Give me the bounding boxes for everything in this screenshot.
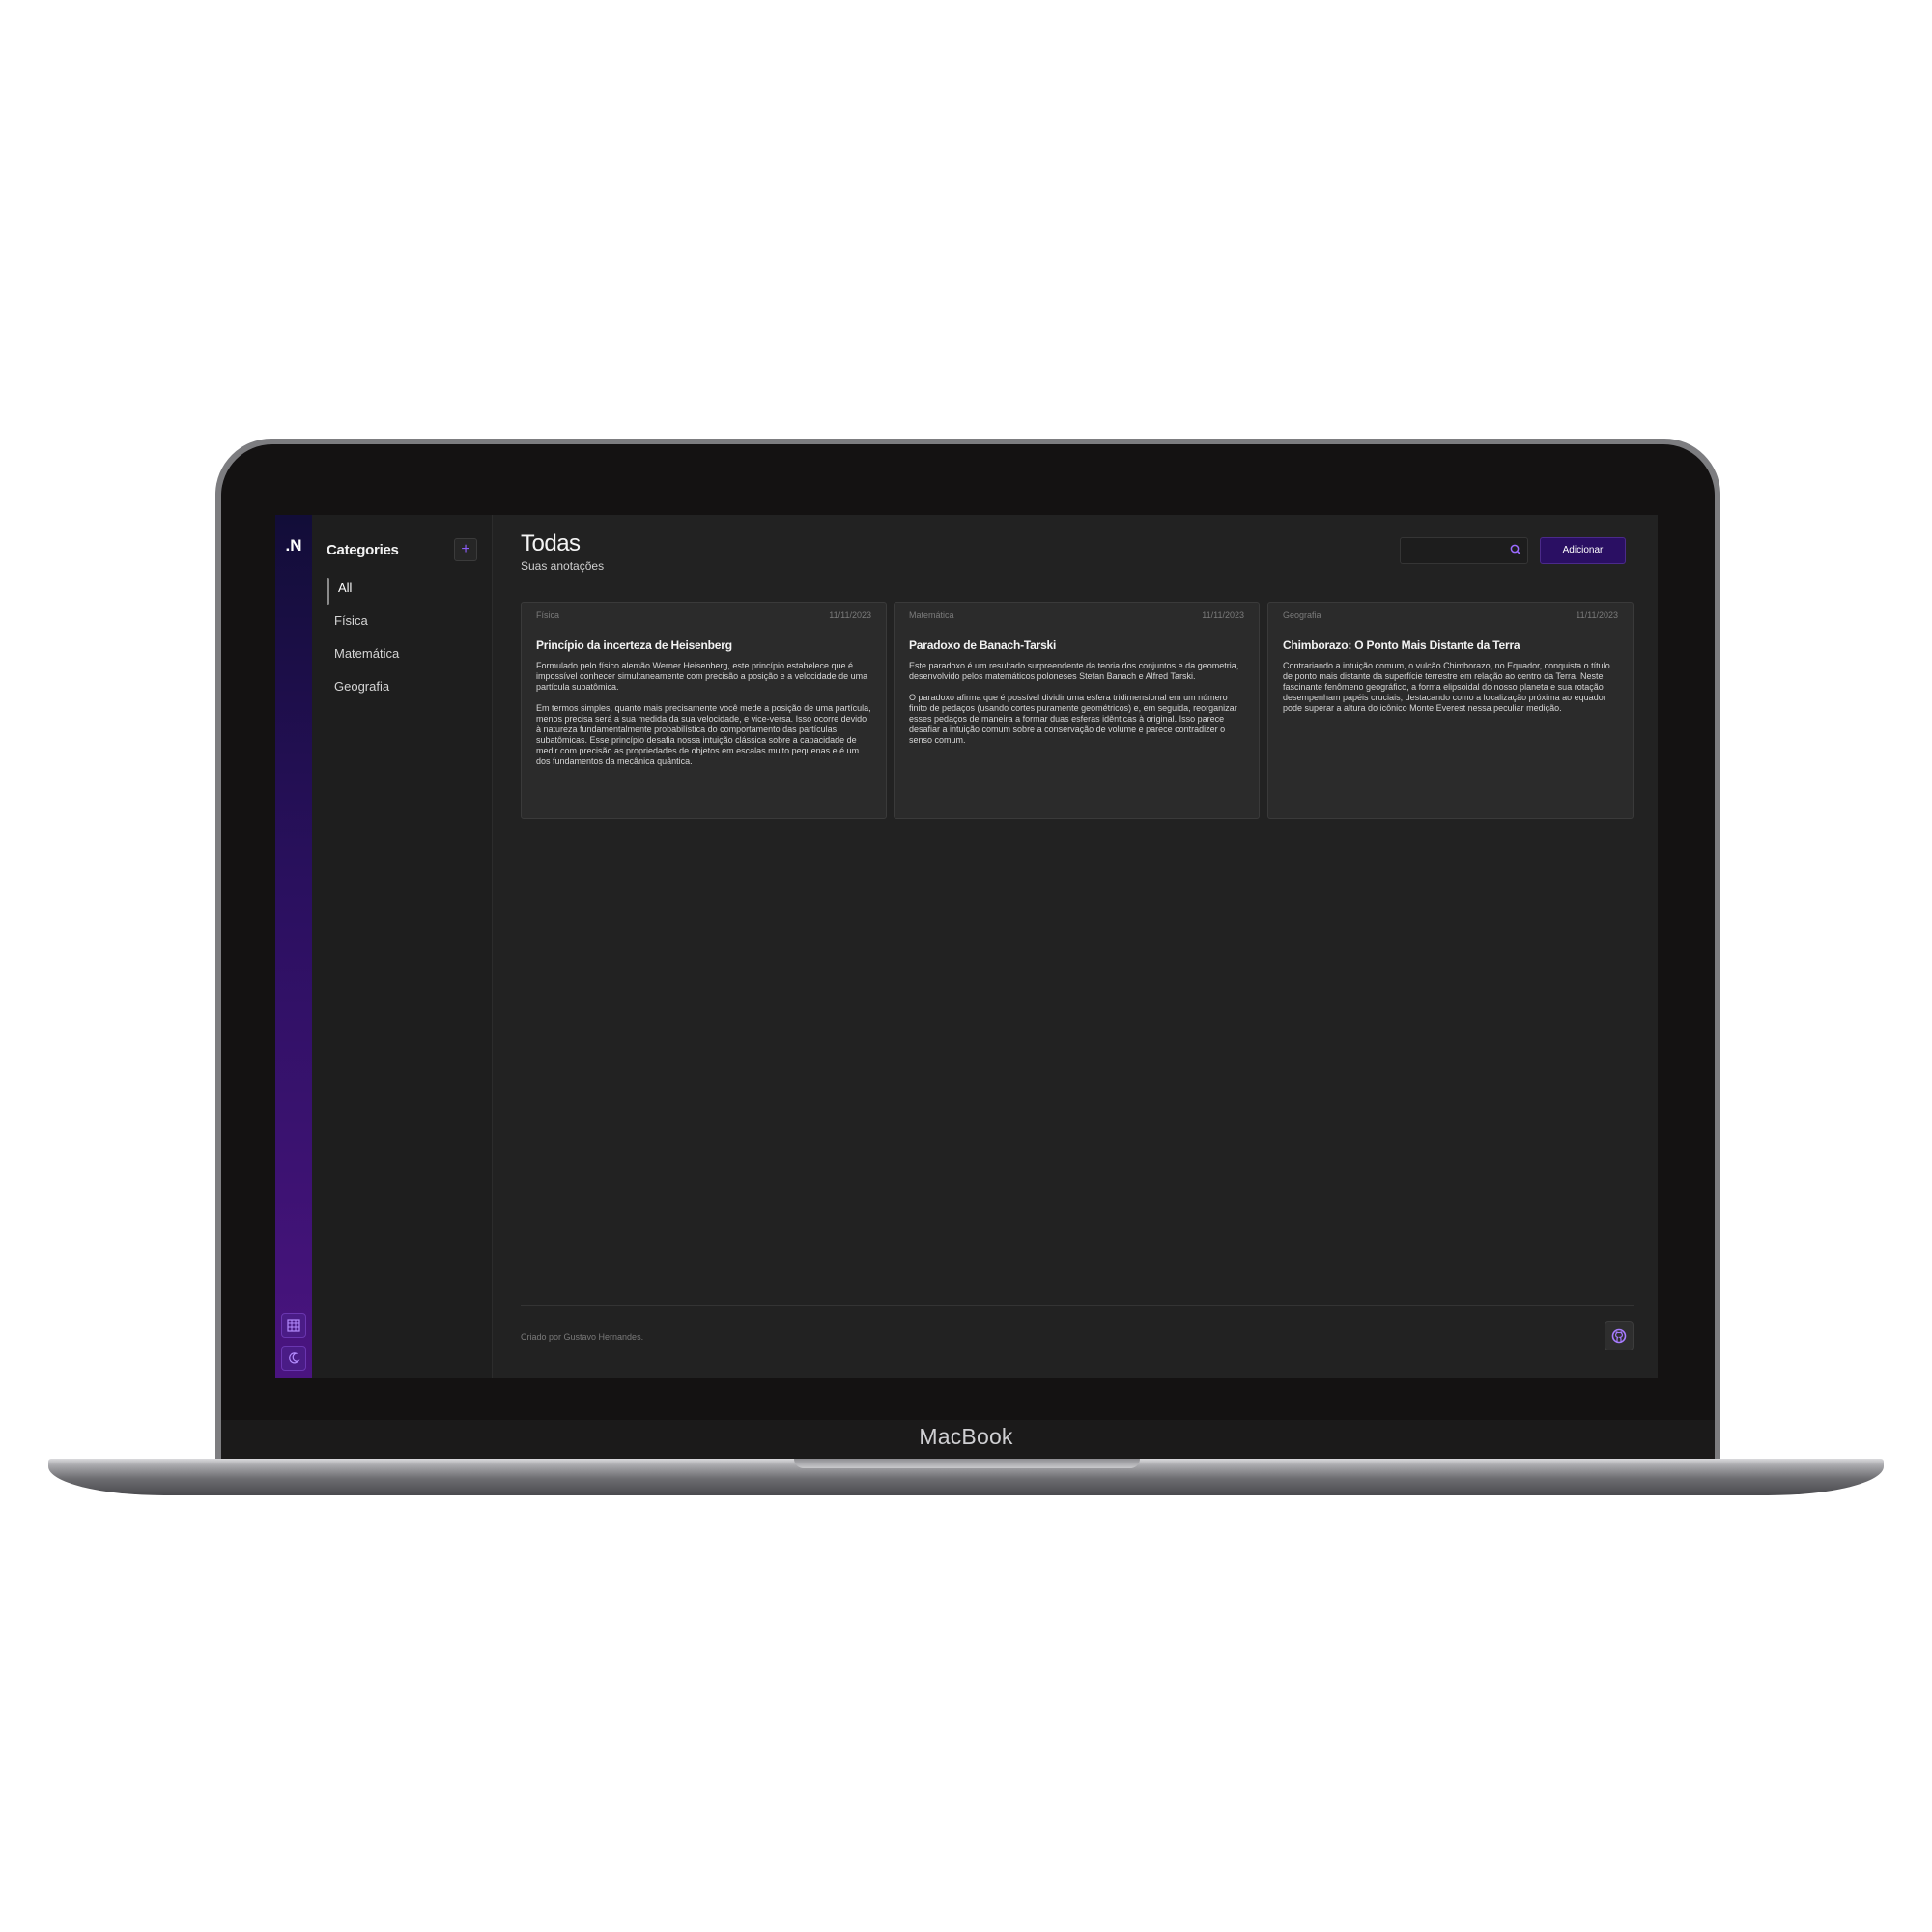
note-title: Paradoxo de Banach-Tarski	[909, 639, 1057, 652]
note-meta: Geografia 11/11/2023	[1283, 611, 1618, 624]
search-icon[interactable]	[1510, 544, 1521, 555]
category-list: All Física Matemática Geografia	[327, 578, 481, 709]
note-date: 11/11/2023	[1202, 611, 1244, 620]
notes-grid: Física 11/11/2023 Princípio da incerteza…	[521, 602, 1634, 819]
search-box	[1400, 537, 1528, 564]
icon-rail: .N	[275, 515, 312, 1378]
page-title: Todas	[521, 530, 581, 556]
category-item-fisica[interactable]: Física	[327, 611, 481, 643]
note-date: 11/11/2023	[829, 611, 871, 620]
add-note-button[interactable]: Adicionar	[1540, 537, 1626, 564]
laptop-brand-label: MacBook	[919, 1424, 1013, 1449]
note-body: Contrariando a intuição comum, o vulcão …	[1283, 661, 1618, 724]
search-input[interactable]	[1406, 541, 1507, 562]
category-item-label: Física	[334, 613, 368, 628]
grid-view-button[interactable]	[281, 1313, 306, 1338]
note-card[interactable]: Geografia 11/11/2023 Chimborazo: O Ponto…	[1267, 602, 1634, 819]
note-card[interactable]: Matemática 11/11/2023 Paradoxo de Banach…	[894, 602, 1260, 819]
category-item-all[interactable]: All	[327, 578, 481, 611]
note-body: Este paradoxo é um resultado surpreenden…	[909, 661, 1244, 756]
categories-sidebar: Categories + All Física Matemática Geogr…	[312, 515, 493, 1378]
github-icon	[1611, 1328, 1627, 1344]
note-meta: Matemática 11/11/2023	[909, 611, 1244, 624]
category-item-label: All	[338, 581, 353, 595]
grid-icon	[287, 1319, 300, 1332]
theme-toggle-button[interactable]	[281, 1346, 306, 1371]
note-paragraph: O paradoxo afirma que é possível dividir…	[909, 693, 1237, 745]
category-item-label: Geografia	[334, 679, 390, 694]
note-category: Geografia	[1283, 611, 1321, 620]
note-category: Física	[536, 611, 560, 620]
laptop-hinge-notch	[794, 1459, 1140, 1468]
note-category: Matemática	[909, 611, 954, 620]
note-paragraph: Contrariando a intuição comum, o vulcão …	[1283, 661, 1610, 713]
app-logo[interactable]: .N	[275, 536, 312, 555]
categories-title: Categories	[327, 542, 399, 558]
moon-icon	[289, 1352, 300, 1364]
note-body: Formulado pelo físico alemão Werner Heis…	[536, 661, 871, 778]
app-screen: .N Categories + All Física Matemática Ge…	[275, 515, 1658, 1378]
note-paragraph: Este paradoxo é um resultado surpreenden…	[909, 661, 1239, 681]
add-category-button[interactable]: +	[454, 538, 477, 561]
note-paragraph: Em termos simples, quanto mais precisame…	[536, 703, 871, 766]
page-subtitle: Suas anotações	[521, 559, 605, 573]
main-content: Todas Suas anotações Adicionar Física 11…	[493, 515, 1658, 1378]
note-meta: Física 11/11/2023	[536, 611, 871, 624]
category-item-matematica[interactable]: Matemática	[327, 643, 481, 676]
note-title: Chimborazo: O Ponto Mais Distante da Ter…	[1283, 639, 1520, 652]
note-paragraph: Formulado pelo físico alemão Werner Heis…	[536, 661, 868, 692]
note-title: Princípio da incerteza de Heisenberg	[536, 639, 732, 652]
github-button[interactable]	[1605, 1321, 1634, 1350]
category-item-geografia[interactable]: Geografia	[327, 676, 481, 709]
note-card[interactable]: Física 11/11/2023 Princípio da incerteza…	[521, 602, 887, 819]
footer-credit: Criado por Gustavo Hernandes.	[521, 1332, 644, 1342]
footer-divider	[521, 1305, 1634, 1306]
note-date: 11/11/2023	[1576, 611, 1618, 620]
category-item-label: Matemática	[334, 646, 400, 661]
